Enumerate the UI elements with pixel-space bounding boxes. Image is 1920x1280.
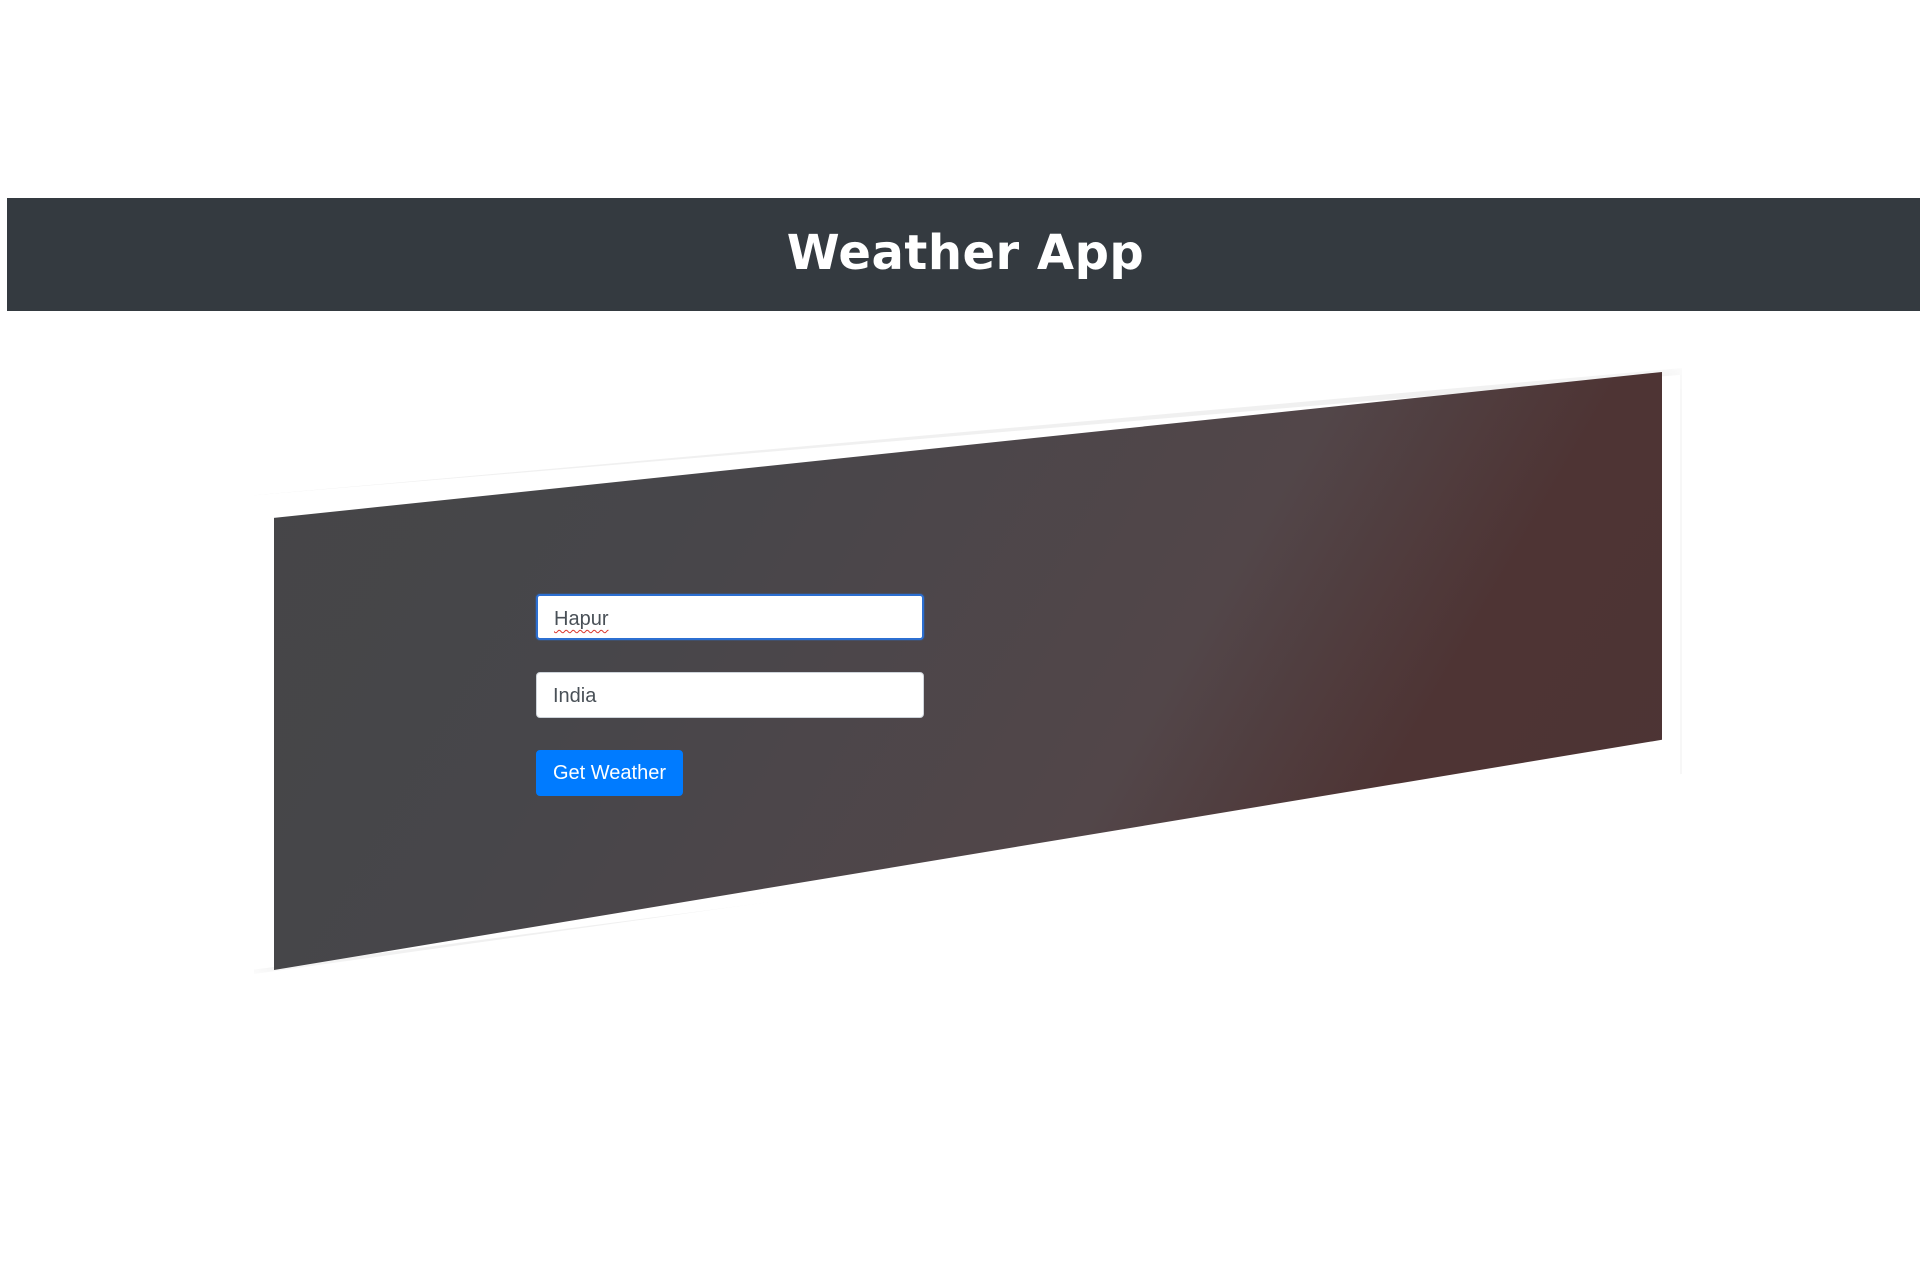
city-input-value: Hapur [554, 608, 609, 630]
app-header: Weather App [7, 198, 1920, 311]
country-input-value: India [553, 685, 597, 707]
page-title: Weather App [786, 224, 1145, 281]
city-input[interactable]: Hapur [536, 594, 924, 640]
country-input[interactable]: India [536, 672, 924, 718]
weather-form: Hapur India Get Weather [536, 594, 924, 796]
get-weather-button[interactable]: Get Weather [536, 750, 684, 796]
weather-card [274, 372, 1662, 970]
